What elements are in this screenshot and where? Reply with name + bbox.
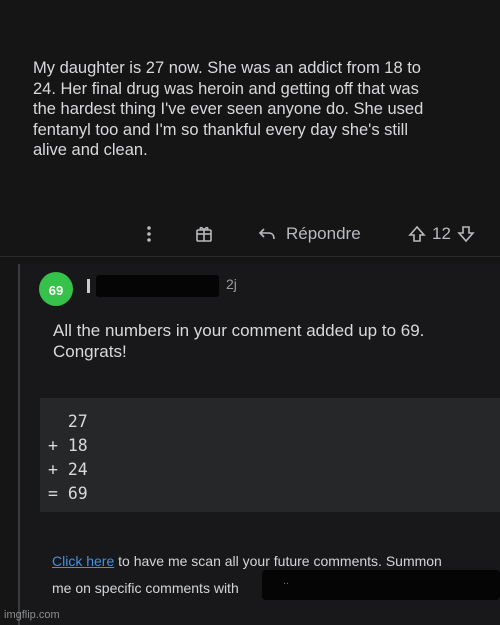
username-fragment bbox=[87, 279, 90, 293]
reply-age: 2j bbox=[226, 276, 237, 292]
code-line: + 18 bbox=[48, 436, 88, 455]
downvote-arrow-icon[interactable] bbox=[457, 225, 475, 243]
reply-button[interactable]: Répondre bbox=[258, 220, 361, 248]
code-line: + 24 bbox=[48, 460, 88, 479]
comment-actions: Répondre 12 bbox=[0, 220, 500, 248]
imgflip-watermark: imgflip.com bbox=[4, 609, 60, 621]
thread-line[interactable] bbox=[18, 264, 20, 625]
reply-arrow-icon bbox=[258, 228, 275, 240]
reply-body: All the numbers in your comment added up… bbox=[53, 321, 425, 361]
summon-redaction bbox=[262, 570, 500, 600]
parent-comment: My daughter is 27 now. She was an addict… bbox=[0, 0, 500, 258]
sum-code-block bbox=[40, 398, 500, 512]
comment-body: My daughter is 27 now. She was an addict… bbox=[33, 59, 424, 159]
upvote-arrow-icon[interactable] bbox=[408, 225, 426, 243]
avatar-text: 69 bbox=[48, 283, 64, 298]
redaction-dots: .. bbox=[283, 575, 290, 587]
section-divider bbox=[0, 256, 500, 257]
vote-score: 12 bbox=[432, 224, 451, 243]
footer-text-2: me on specific comments with bbox=[52, 580, 239, 596]
username-redaction bbox=[96, 275, 219, 297]
more-options-icon[interactable] bbox=[144, 220, 154, 248]
reply-label: Répondre bbox=[286, 224, 361, 243]
footer-text-1: to have me scan all your future comments… bbox=[114, 553, 442, 569]
bot-avatar[interactable]: 69 bbox=[39, 272, 73, 306]
click-here-link[interactable]: Click here bbox=[52, 553, 114, 569]
code-line: 27 bbox=[48, 412, 88, 431]
award-icon[interactable] bbox=[194, 220, 218, 248]
code-line: = 69 bbox=[48, 484, 88, 503]
vote-controls: 12 bbox=[408, 220, 475, 248]
